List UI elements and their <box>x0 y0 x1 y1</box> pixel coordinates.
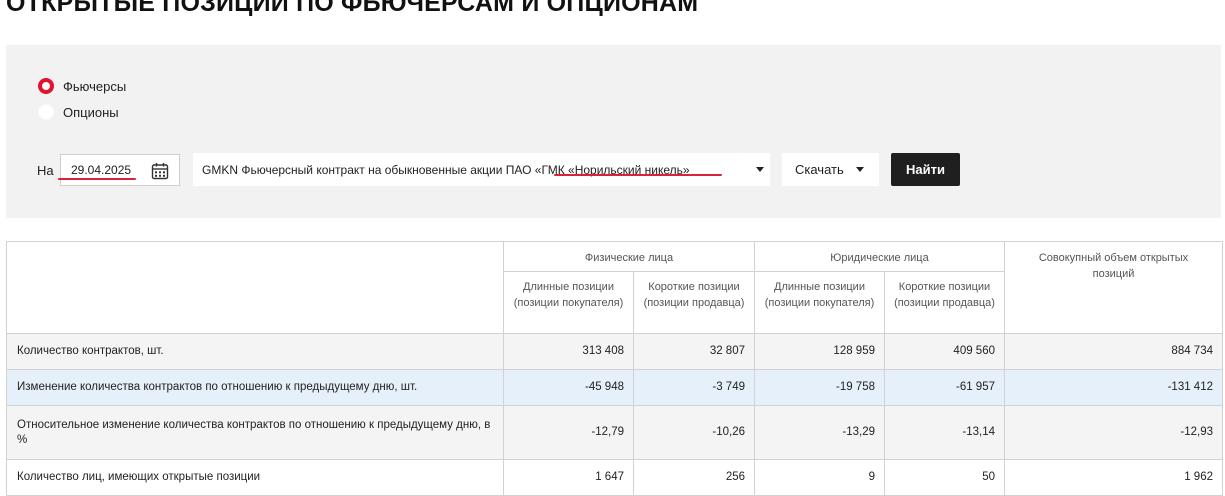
table-cell: 50 <box>884 459 1005 496</box>
row-label: Изменение количества контрактов по отнош… <box>6 369 504 406</box>
find-button[interactable]: Найти <box>891 153 960 186</box>
date-field[interactable] <box>60 154 180 186</box>
table-cell: -12,93 <box>1004 405 1223 460</box>
table-cell: 128 959 <box>754 333 885 370</box>
table-corner-cell <box>6 241 504 334</box>
date-input[interactable] <box>71 163 151 177</box>
table-cell: 9 <box>754 459 885 496</box>
header-legal-short: Короткие позиции (позиции продавца) <box>884 271 1005 334</box>
table-cell: -12,79 <box>503 405 634 460</box>
radio-futures[interactable]: Фьючерсы <box>38 78 126 94</box>
table-cell: -19 758 <box>754 369 885 406</box>
radio-checked-icon[interactable] <box>38 78 54 94</box>
table-cell: 256 <box>633 459 755 496</box>
table-cell: -10,26 <box>633 405 755 460</box>
table-row: Относительное изменение количества контр… <box>6 405 1223 460</box>
chevron-down-icon[interactable] <box>756 167 764 172</box>
header-legal-entities: Юридические лица <box>754 241 1005 272</box>
header-individuals: Физические лица <box>503 241 755 272</box>
table-row: Изменение количества контрактов по отнош… <box>6 369 1223 406</box>
download-label: Скачать <box>795 162 844 177</box>
calendar-icon[interactable] <box>151 162 169 180</box>
table-cell: -3 749 <box>633 369 755 406</box>
open-interest-table: Физические лица Юридические лица Совокуп… <box>6 241 1223 496</box>
header-total-open-interest: Совокупный объем открытых позиций <box>1004 241 1223 334</box>
contract-select[interactable]: GMKN Фьючерсный контракт на обыкновенные… <box>193 153 770 186</box>
download-button[interactable]: Скачать <box>782 153 879 186</box>
table-cell: -13,29 <box>754 405 885 460</box>
table-row: Количество контрактов, шт. 313 408 32 80… <box>6 333 1223 370</box>
date-label: На <box>37 163 54 178</box>
table-cell: 884 734 <box>1004 333 1223 370</box>
table-cell: -45 948 <box>503 369 634 406</box>
table-cell: 32 807 <box>633 333 755 370</box>
table-cell: 1 962 <box>1004 459 1223 496</box>
row-label: Количество лиц, имеющих открытые позиции <box>6 459 504 496</box>
date-highlight-underline <box>58 178 136 180</box>
row-label: Относительное изменение количества контр… <box>6 405 504 460</box>
header-individuals-long: Длинные позиции (позиции покупателя) <box>503 271 634 334</box>
table-cell: -61 957 <box>884 369 1005 406</box>
radio-options-label: Опционы <box>63 104 119 120</box>
table-row: Количество лиц, имеющих открытые позиции… <box>6 459 1223 496</box>
radio-unchecked-icon[interactable] <box>38 104 54 120</box>
row-label: Количество контрактов, шт. <box>6 333 504 370</box>
contract-highlight-underline <box>554 174 722 176</box>
header-legal-long: Длинные позиции (позиции покупателя) <box>754 271 885 334</box>
header-individuals-short: Короткие позиции (позиции продавца) <box>633 271 755 334</box>
table-cell: -131 412 <box>1004 369 1223 406</box>
radio-options[interactable]: Опционы <box>38 104 119 120</box>
filter-panel: Фьючерсы Опционы На GMKN Фьючерсный конт… <box>6 45 1221 218</box>
table-cell: -13,14 <box>884 405 1005 460</box>
table-cell: 409 560 <box>884 333 1005 370</box>
chevron-down-icon <box>856 167 864 172</box>
table-cell: 1 647 <box>503 459 634 496</box>
table-cell: 313 408 <box>503 333 634 370</box>
page-title: ОТКРЫТЫЕ ПОЗИЦИИ ПО ФЬЮЧЕРСАМ И ОПЦИОНАМ <box>6 0 699 17</box>
radio-futures-label: Фьючерсы <box>63 78 127 94</box>
